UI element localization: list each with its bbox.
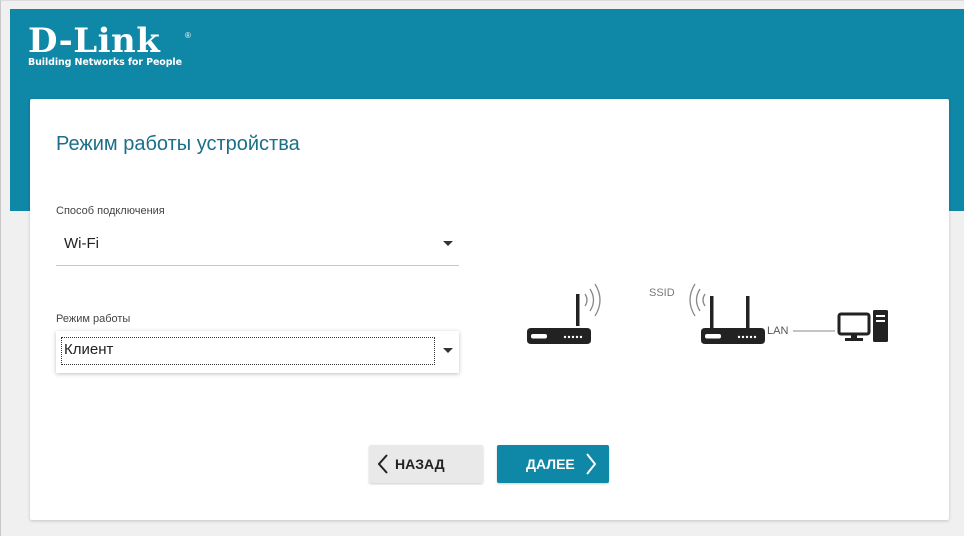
monitor-screen <box>837 312 871 336</box>
client-mode-diagram: SSID LAN <box>525 274 895 364</box>
page-title: Режим работы устройства <box>56 133 300 155</box>
router-antenna <box>746 296 750 328</box>
connection-method-value: Wi-Fi <box>64 235 99 252</box>
monitor-stand <box>851 334 857 338</box>
focus-ring <box>61 337 435 365</box>
computer-icon <box>837 310 888 342</box>
operation-mode-value: Клиент <box>64 341 114 358</box>
router-led <box>741 335 745 339</box>
back-button[interactable]: НАЗАД <box>369 445 483 483</box>
connection-method-select[interactable]: Wi-Fi <box>56 227 459 266</box>
settings-card: Режим работы устройства Способ подключен… <box>30 99 949 520</box>
router-led <box>563 335 567 339</box>
router-led <box>753 335 757 339</box>
router-led <box>737 335 741 339</box>
router-led <box>579 335 583 339</box>
next-button[interactable]: ДАЛЕЕ <box>497 445 609 483</box>
router-light-bar <box>531 334 547 339</box>
page: D-Link ® Building Networks for People Ре… <box>0 0 964 536</box>
router-antenna <box>710 296 714 328</box>
router-antenna <box>576 294 580 326</box>
router-icon <box>527 294 591 344</box>
chevron-down-icon <box>443 348 453 353</box>
router-led <box>745 335 749 339</box>
next-button-label: ДАЛЕЕ <box>526 456 575 472</box>
router-led <box>567 335 571 339</box>
pc-tower-slot <box>876 315 885 317</box>
dlink-logo: D-Link ® Building Networks for People <box>28 21 191 68</box>
wifi-waves-icon <box>584 283 601 317</box>
wifi-waves-icon <box>689 283 706 317</box>
monitor-base <box>845 338 863 341</box>
chevron-left-icon <box>377 454 388 474</box>
logo-wordmark: D-Link <box>28 21 161 61</box>
ssid-label: SSID <box>649 287 675 299</box>
router-led <box>571 335 575 339</box>
router-led <box>749 335 753 339</box>
back-button-label: НАЗАД <box>395 456 445 472</box>
logo-registered-mark: ® <box>185 31 191 40</box>
operation-mode-select[interactable]: Клиент <box>56 331 459 373</box>
logo-tagline: Building Networks for People <box>28 57 182 68</box>
lan-label: LAN <box>767 325 788 337</box>
router-icon <box>701 296 765 344</box>
chevron-right-icon <box>585 453 597 475</box>
diagram-svg: SSID LAN <box>527 283 888 344</box>
pc-tower-slot <box>876 320 885 322</box>
operation-mode-label: Режим работы <box>56 313 131 325</box>
router-light-bar <box>705 334 721 339</box>
router-led <box>575 335 579 339</box>
chevron-down-icon <box>443 241 453 246</box>
connection-method-label: Способ подключения <box>56 205 165 217</box>
pc-tower <box>873 310 888 342</box>
